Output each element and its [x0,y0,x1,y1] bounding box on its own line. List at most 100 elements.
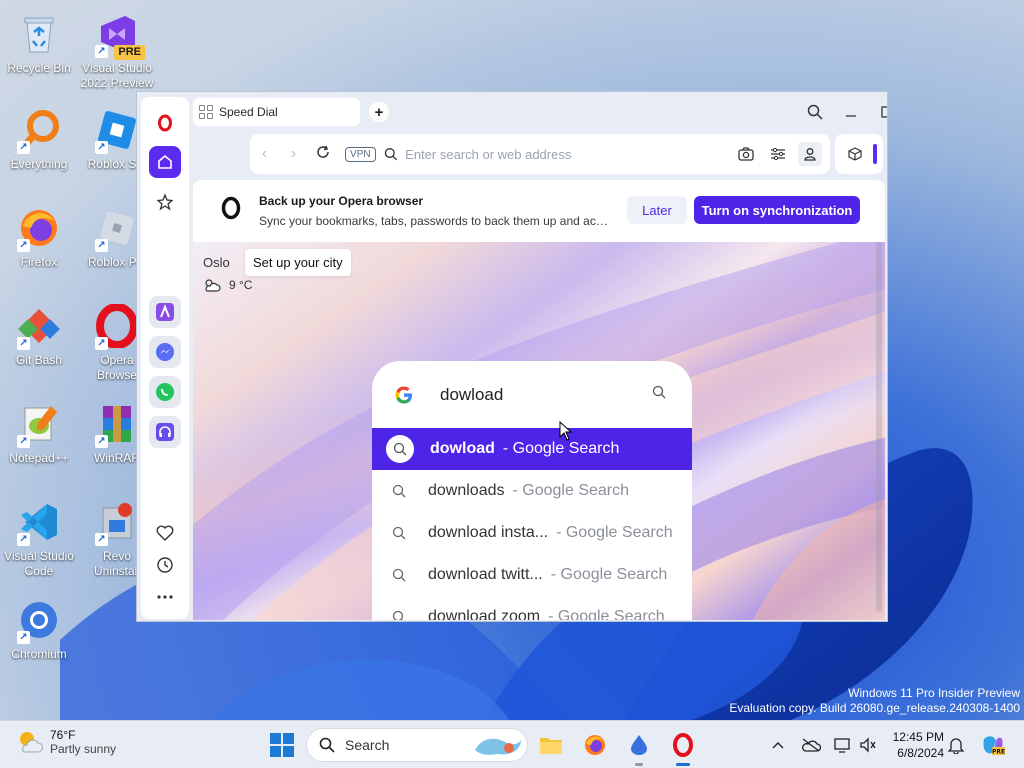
search-icon[interactable] [652,385,666,399]
suggestion-query: download twitt... [428,566,543,583]
roblox-player-icon: ↗ [93,204,141,252]
sidebar-messenger-button[interactable] [149,336,181,368]
desktop-icon-label: Git Bash [15,353,63,367]
sidebar-more-button[interactable] [149,581,181,613]
tray-network-button[interactable] [831,733,855,757]
cloud-sun-icon [205,279,221,292]
tray-onedrive-button[interactable] [799,733,823,757]
suggestion-suffix: - Google Search [512,482,630,499]
address-input[interactable] [405,146,734,162]
shortcut-arrow-icon: ↗ [17,631,30,644]
later-button[interactable]: Later [627,196,687,224]
opera-icon: ↗ [93,302,141,350]
taskbar-clock[interactable]: 12:45 PM 6/8/2024 [884,729,944,761]
vscode-icon: ↗ [15,498,63,546]
sidebar-whatsapp-button[interactable] [149,376,181,408]
sidebar-aria-ai-button[interactable] [149,296,181,328]
taskbar-opera[interactable] [668,730,698,766]
search-query-input[interactable] [440,384,640,405]
taskbar-pinned-app[interactable] [624,730,654,766]
desktop-icon-label: Recycle Bin [7,61,71,75]
suggestion-item[interactable]: dowload - Google Search [372,428,692,470]
tab-speed-dial[interactable]: Speed Dial [193,98,360,126]
sync-banner: Back up your Opera browser Sync your boo… [193,180,885,242]
opera-browser-window: Speed Dial + ‹ › VPN Enter search or web… [136,91,888,622]
suggestion-query: dowload [430,440,495,457]
page-scrollbar[interactable] [876,242,882,612]
sidebar-bookmarks-button[interactable] [149,517,181,549]
desktop-icon-notepad-plus-plus[interactable]: ↗ Notepad++ [1,400,77,466]
easy-setup-button[interactable] [766,142,790,166]
extensions-button[interactable] [843,142,867,166]
back-button[interactable]: ‹ [250,145,279,163]
desktop-icon-everything[interactable]: ↗ Everything [1,106,77,172]
shortcut-arrow-icon: ↗ [95,141,108,154]
suggestion-item[interactable]: download insta... - Google Search [372,512,692,554]
camera-icon [738,147,754,161]
copilot-icon: PRE [983,736,1005,756]
forward-button[interactable]: › [279,145,308,163]
tray-volume-button[interactable] [856,733,880,757]
desktop-icon-firefox[interactable]: ↗ Firefox [1,204,77,270]
address-search-icon [384,148,397,161]
shortcut-arrow-icon: ↗ [17,435,30,448]
search-icon [392,526,406,540]
shortcut-arrow-icon: ↗ [95,435,108,448]
vpn-badge[interactable]: VPN [345,146,376,162]
home-icon [158,154,172,169]
suggestion-item[interactable]: download zoom - Google Search [372,596,692,620]
desktop-icon-vscode[interactable]: ↗ Visual Studio Code [1,498,77,579]
opera-sidebar [141,97,189,619]
suggestion-item[interactable]: download twitt... - Google Search [372,554,692,596]
taskbar-search-box[interactable]: Search [306,728,528,762]
sync-description: Sync your bookmarks, tabs, passwords to … [259,214,609,228]
sidebar-toggle-indicator[interactable] [873,144,877,164]
profile-button[interactable] [798,142,822,166]
desktop-icon-label: Notepad++ [9,451,69,465]
suggestion-suffix: - Google Search [556,524,673,541]
watermark-line: Windows 11 Pro Insider Preview [848,686,1020,700]
taskbar-search-label: Search [345,737,390,753]
turn-on-sync-button[interactable]: Turn on synchronization [694,196,860,224]
notifications-button[interactable] [944,733,968,757]
tab-search-button[interactable] [797,98,833,126]
maximize-button[interactable] [869,98,887,126]
volume-muted-icon [860,737,876,753]
taskbar-file-explorer[interactable] [536,730,566,760]
desktop-icon-visual-studio-preview[interactable]: PRE ↗ Visual Studio 2022 Preview [79,10,155,91]
desktop-icon-git-bash[interactable]: ↗ Git Bash [1,302,77,368]
suggestion-item[interactable]: downloads - Google Search [372,470,692,512]
opera-menu-button[interactable] [149,107,181,139]
tab-title: Speed Dial [219,105,278,119]
setup-city-button[interactable]: Set up your city [245,249,351,276]
taskbar-firefox[interactable] [580,730,610,760]
sidebar-history-button[interactable] [149,549,181,581]
desktop-icon-label: Visual Studio Code [4,549,74,578]
minimize-icon [846,115,856,117]
firefox-icon [585,735,605,755]
reload-button[interactable] [308,145,337,164]
messenger-icon [156,343,174,361]
new-tab-button[interactable]: + [369,102,389,122]
google-logo-icon [395,386,412,403]
taskbar-weather-widget[interactable]: 76°F Partly sunny [16,728,116,756]
sidebar-home-button[interactable] [149,146,181,178]
desktop-icon-recycle-bin[interactable]: Recycle Bin [1,10,77,76]
search-icon [319,737,335,753]
recycle-bin-icon [15,10,63,58]
desktop-icon-chromium[interactable]: ↗ Chromium [1,596,77,662]
suggestion-query: download insta... [428,524,549,541]
address-bar: ‹ › VPN [250,134,830,174]
copilot-button[interactable]: PRE [978,733,1008,757]
desktop-icon-label: Firefox [20,255,58,269]
minimize-button[interactable] [833,98,869,126]
shortcut-arrow-icon: ↗ [17,337,30,350]
shortcut-arrow-icon: ↗ [95,337,108,350]
opera-logo-icon [158,114,172,132]
sidebar-aria-button[interactable] [149,186,181,218]
more-dots-icon [157,595,173,599]
sidebar-music-player-button[interactable] [149,416,181,448]
snapshot-button[interactable] [734,142,758,166]
start-button[interactable] [270,733,294,757]
show-hidden-icons-button[interactable] [766,733,790,757]
